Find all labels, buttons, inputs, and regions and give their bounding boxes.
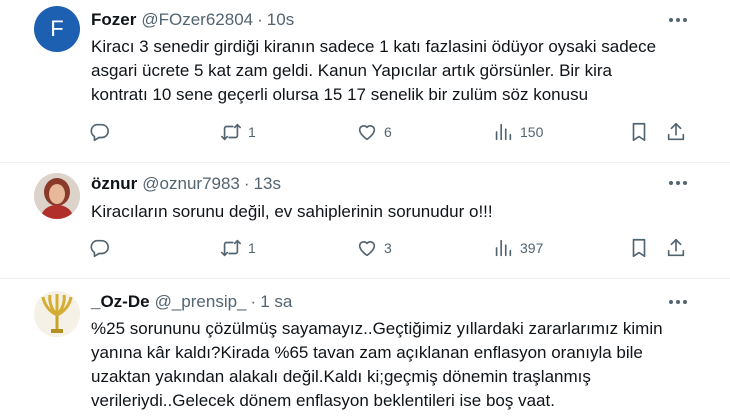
views-count: 150 — [520, 124, 544, 140]
reply-icon — [90, 239, 109, 258]
reply-icon — [90, 123, 109, 142]
tweet[interactable]: öznur @oznur7983 · 13s Kiracıların sorun… — [0, 163, 730, 279]
timestamp[interactable]: 13s — [254, 174, 281, 194]
author-handle[interactable]: @oznur7983 — [142, 174, 240, 194]
author-name[interactable]: öznur — [91, 174, 137, 194]
separator-dot: · — [250, 292, 257, 311]
tweet-text: Kiracı 3 senedir girdiği kiranın sadece … — [91, 37, 657, 104]
separator-dot: · — [243, 174, 250, 193]
tweet-header: öznur @oznur7983 · 13s — [91, 174, 281, 194]
retweet-button[interactable]: 1 — [220, 235, 256, 261]
author-handle[interactable]: @FOzer62804 — [141, 10, 253, 30]
action-bar: 1 6 150 — [0, 119, 730, 145]
avatar[interactable] — [34, 291, 80, 337]
retweet-count: 1 — [248, 240, 256, 256]
like-count: 3 — [384, 240, 392, 256]
views-button[interactable]: 397 — [492, 235, 543, 261]
views-button[interactable]: 150 — [492, 119, 543, 145]
bookmark-icon — [632, 122, 646, 142]
timestamp[interactable]: 10s — [267, 10, 294, 30]
tweet-header: Fozer @FOzer62804 · 10s — [91, 10, 294, 30]
views-count: 397 — [520, 240, 544, 256]
tweet-text: %25 sorununu çözülmüş sayamayız..Geçtiği… — [91, 319, 663, 410]
avatar[interactable]: F — [34, 6, 80, 52]
bookmark-button[interactable] — [628, 119, 650, 145]
like-icon — [358, 125, 376, 141]
share-icon — [667, 238, 685, 257]
share-icon — [667, 122, 685, 141]
retweet-icon — [221, 239, 241, 257]
author-name[interactable]: Fozer — [91, 10, 136, 30]
like-count: 6 — [384, 124, 392, 140]
retweet-count: 1 — [248, 124, 256, 140]
author-handle[interactable]: @_prensip_ — [155, 292, 247, 312]
separator-dot: · — [257, 10, 263, 29]
tweet[interactable]: _Oz-De @_prensip_ · 1 sa %25 sorununu çö… — [0, 279, 730, 420]
bookmark-button[interactable] — [628, 235, 650, 261]
more-icon[interactable] — [666, 292, 690, 312]
share-button[interactable] — [665, 235, 687, 261]
like-icon — [358, 241, 376, 257]
tweet[interactable]: F Fozer @FOzer62804 · 10s Kiracı 3 sened… — [0, 0, 730, 163]
tweet-text: Kiracıların sorunu değil, ev sahiplerini… — [91, 202, 493, 221]
share-button[interactable] — [665, 119, 687, 145]
avatar[interactable] — [34, 173, 80, 219]
timestamp[interactable]: 1 sa — [260, 292, 292, 312]
action-bar: 1 3 397 — [0, 235, 730, 261]
more-icon[interactable] — [666, 173, 690, 193]
author-name[interactable]: _Oz-De — [91, 292, 150, 312]
more-icon[interactable] — [666, 10, 690, 30]
like-button[interactable]: 3 — [356, 235, 392, 261]
reply-button[interactable] — [88, 119, 110, 145]
tweet-header: _Oz-De @_prensip_ · 1 sa — [91, 292, 292, 312]
views-icon — [495, 123, 512, 141]
like-button[interactable]: 6 — [356, 119, 392, 145]
views-icon — [495, 239, 512, 257]
reply-button[interactable] — [88, 235, 110, 261]
retweet-icon — [221, 123, 241, 141]
retweet-button[interactable]: 1 — [220, 119, 256, 145]
bookmark-icon — [632, 238, 646, 258]
